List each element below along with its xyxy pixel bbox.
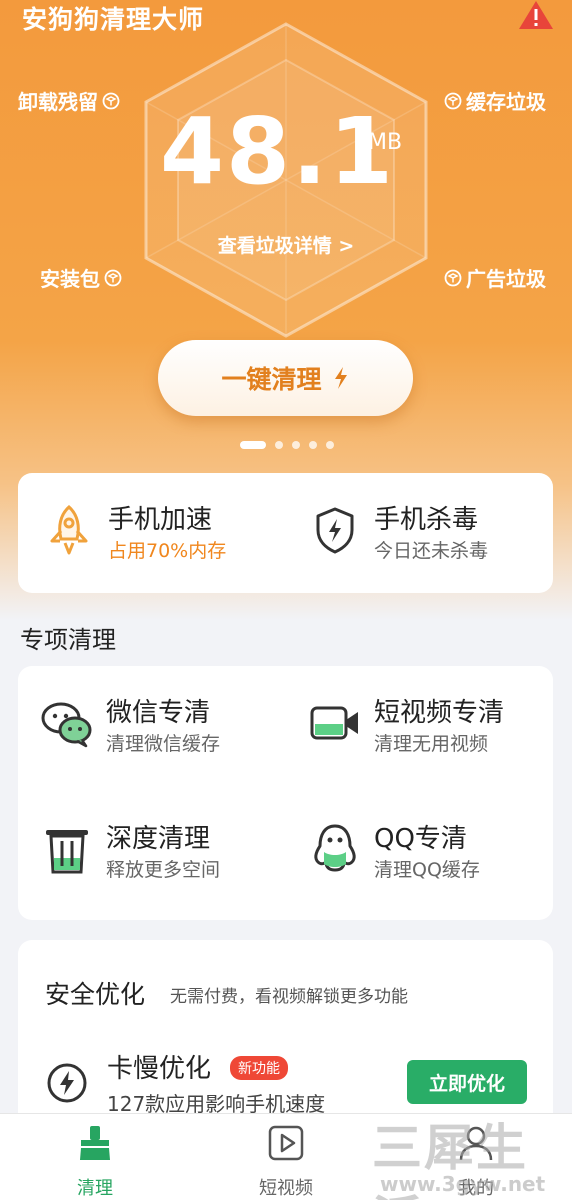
page-dot [292,441,300,449]
tool-subtitle: 清理QQ缓存 [374,859,480,881]
play-icon [268,1125,304,1161]
tool-subtitle: 占用70%内存 [108,540,227,562]
new-feature-badge: 新功能 [230,1056,288,1080]
junk-size-value: 48.1 [160,98,395,205]
corner-label: 广告垃圾 [466,267,546,291]
tool-subtitle: 今日还未杀毒 [374,540,489,562]
lightning-circle-icon [47,1063,87,1103]
lag-optimize-title: 卡慢优化 [107,1054,212,1084]
tab-short-video[interactable]: 短视频 [236,1124,336,1200]
special-clean-card: 微信专清 清理微信缓存 短视频专清 清理无用视频 深度清理 释放更多空间 QQ专… [18,666,553,920]
corner-label: 缓存垃圾 [466,90,546,114]
optimize-now-button[interactable]: 立即优化 [407,1060,527,1104]
corner-label: 安装包 [40,267,100,291]
tool-subtitle: 清理无用视频 [374,733,489,755]
wechat-icon [41,702,92,748]
cube-icon [102,92,120,109]
page-indicator [240,441,334,449]
page-dot [275,441,283,449]
cube-icon [104,269,122,286]
broom-icon [80,1126,110,1160]
tool-antivirus[interactable]: 手机杀毒 今日还未杀毒 [308,503,488,565]
junk-detail-link[interactable]: 查看垃圾详情 > [0,231,572,258]
corner-uninstall-residue: 卸载残留 [18,86,120,115]
junk-size-unit: MB [368,130,403,155]
cube-icon [444,92,462,109]
tool-subtitle: 清理微信缓存 [106,733,221,755]
corner-label: 卸载残留 [18,90,98,114]
shield-bolt-icon [316,507,354,554]
warning-triangle-icon[interactable] [518,0,554,30]
cube-icon [444,269,462,286]
tool-title: 微信专清 [106,698,211,728]
tool-deep-clean[interactable]: 深度清理 释放更多空间 [40,822,220,884]
safety-note: 无需付费，看视频解锁更多功能 [170,987,408,1007]
tool-title: 手机杀毒 [374,505,479,535]
tool-wechat-clean[interactable]: 微信专清 清理微信缓存 [40,696,220,758]
tool-qq-clean[interactable]: QQ专清 清理QQ缓存 [308,822,480,884]
tool-title: 深度清理 [106,824,211,854]
tool-title: QQ专清 [374,824,467,854]
page-dot [240,441,266,449]
clean-button-label: 一键清理 [221,365,322,394]
corner-ad-junk: 广告垃圾 [444,263,546,292]
video-camera-icon [310,706,358,740]
tool-title: 短视频专清 [374,698,505,728]
page-dot [309,441,317,449]
qq-penguin-icon [314,824,356,872]
special-clean-section-title: 专项清理 [20,626,116,654]
tab-label: 清理 [77,1178,113,1199]
trash-icon [46,830,88,874]
rocket-icon [50,504,88,555]
page-dot [326,441,334,449]
watermark-url: www.3gyw.net [380,1172,546,1196]
quick-tools-card: 手机加速 占用70%内存 手机杀毒 今日还未杀毒 [18,473,553,593]
tool-subtitle: 释放更多空间 [106,859,221,881]
tool-title: 手机加速 [108,505,213,535]
corner-install-package: 安装包 [40,263,122,292]
tool-phone-boost[interactable]: 手机加速 占用70%内存 [42,503,226,565]
one-key-clean-button[interactable]: 一键清理 [158,340,413,416]
lightning-icon [334,367,347,389]
tab-clean[interactable]: 清理 [45,1124,145,1200]
corner-cache-junk: 缓存垃圾 [444,86,546,115]
safety-title: 安全优化 [45,980,146,1009]
tab-label: 短视频 [259,1178,313,1199]
tool-short-video-clean[interactable]: 短视频专清 清理无用视频 [308,696,504,758]
